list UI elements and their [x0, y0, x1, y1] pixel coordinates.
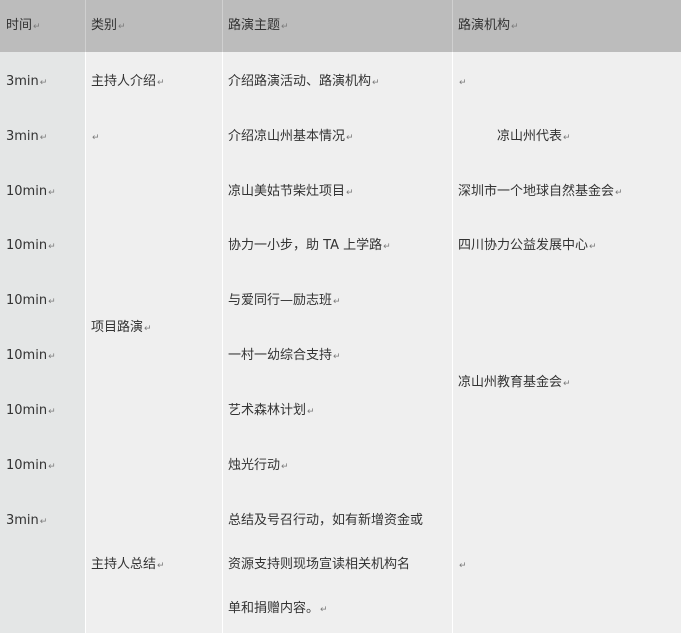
- category-cell-empty: ↵: [92, 133, 100, 143]
- header-category: 类别↵: [91, 18, 126, 33]
- category-cell-host-summary: 主持人总结↵: [91, 557, 165, 572]
- header-column-divider: [85, 0, 86, 52]
- header-org: 路演机构↵: [458, 18, 519, 33]
- topic-cell: 一村一幼综合支持↵: [228, 348, 341, 363]
- topic-cell: 凉山美姑节柴灶项目↵: [228, 184, 354, 199]
- time-cell: 3min↵: [6, 513, 48, 528]
- topic-cell: 烛光行动↵: [228, 458, 289, 473]
- topic-cell: 介绍凉山州基本情况↵: [228, 129, 354, 144]
- header-time: 时间↵: [6, 18, 41, 33]
- summary-line: 总结及号召行动，如有新增资金或: [228, 513, 424, 528]
- category-cell-host-intro: 主持人介绍↵: [91, 74, 165, 89]
- time-cell: 10min↵: [6, 238, 56, 253]
- time-cell: 3min↵: [6, 129, 48, 144]
- topic-cell: 艺术森林计划↵: [228, 403, 315, 418]
- org-cell-liangshan-rep: 凉山州代表↵: [497, 129, 571, 144]
- time-cell: 10min↵: [6, 348, 56, 363]
- header-column-divider: [452, 0, 453, 52]
- roadshow-schedule-table: 时间↵ 类别↵ 路演主题↵ 路演机构↵ 3min↵ 3min↵ 10min↵ 1…: [0, 0, 681, 633]
- topic-cell: 协力一小步，助 TA 上学路↵: [228, 238, 391, 253]
- org-cell-empty: ↵: [459, 78, 467, 88]
- time-cell: 3min↵: [6, 74, 48, 89]
- time-cell: 10min↵: [6, 403, 56, 418]
- org-cell-liangshan-edu: 凉山州教育基金会↵: [458, 375, 571, 390]
- header-column-divider: [222, 0, 223, 52]
- category-column-body: [86, 52, 222, 633]
- topic-cell: 与爱同行—励志班↵: [228, 293, 341, 308]
- summary-line: 资源支持则现场宣读相关机构名: [228, 557, 411, 572]
- header-topic: 路演主题↵: [228, 18, 289, 33]
- time-cell: 10min↵: [6, 184, 56, 199]
- summary-line: 单和捐赠内容。↵: [228, 601, 328, 616]
- org-cell-shenzhen: 深圳市一个地球自然基金会↵: [458, 184, 623, 199]
- time-cell: 10min↵: [6, 458, 56, 473]
- org-cell-empty: ↵: [459, 561, 467, 571]
- time-cell: 10min↵: [6, 293, 56, 308]
- org-cell-sichuan: 四川协力公益发展中心↵: [458, 238, 597, 253]
- topic-cell: 介绍路演活动、路演机构↵: [228, 74, 380, 89]
- category-cell-project-roadshow: 项目路演↵: [91, 320, 152, 335]
